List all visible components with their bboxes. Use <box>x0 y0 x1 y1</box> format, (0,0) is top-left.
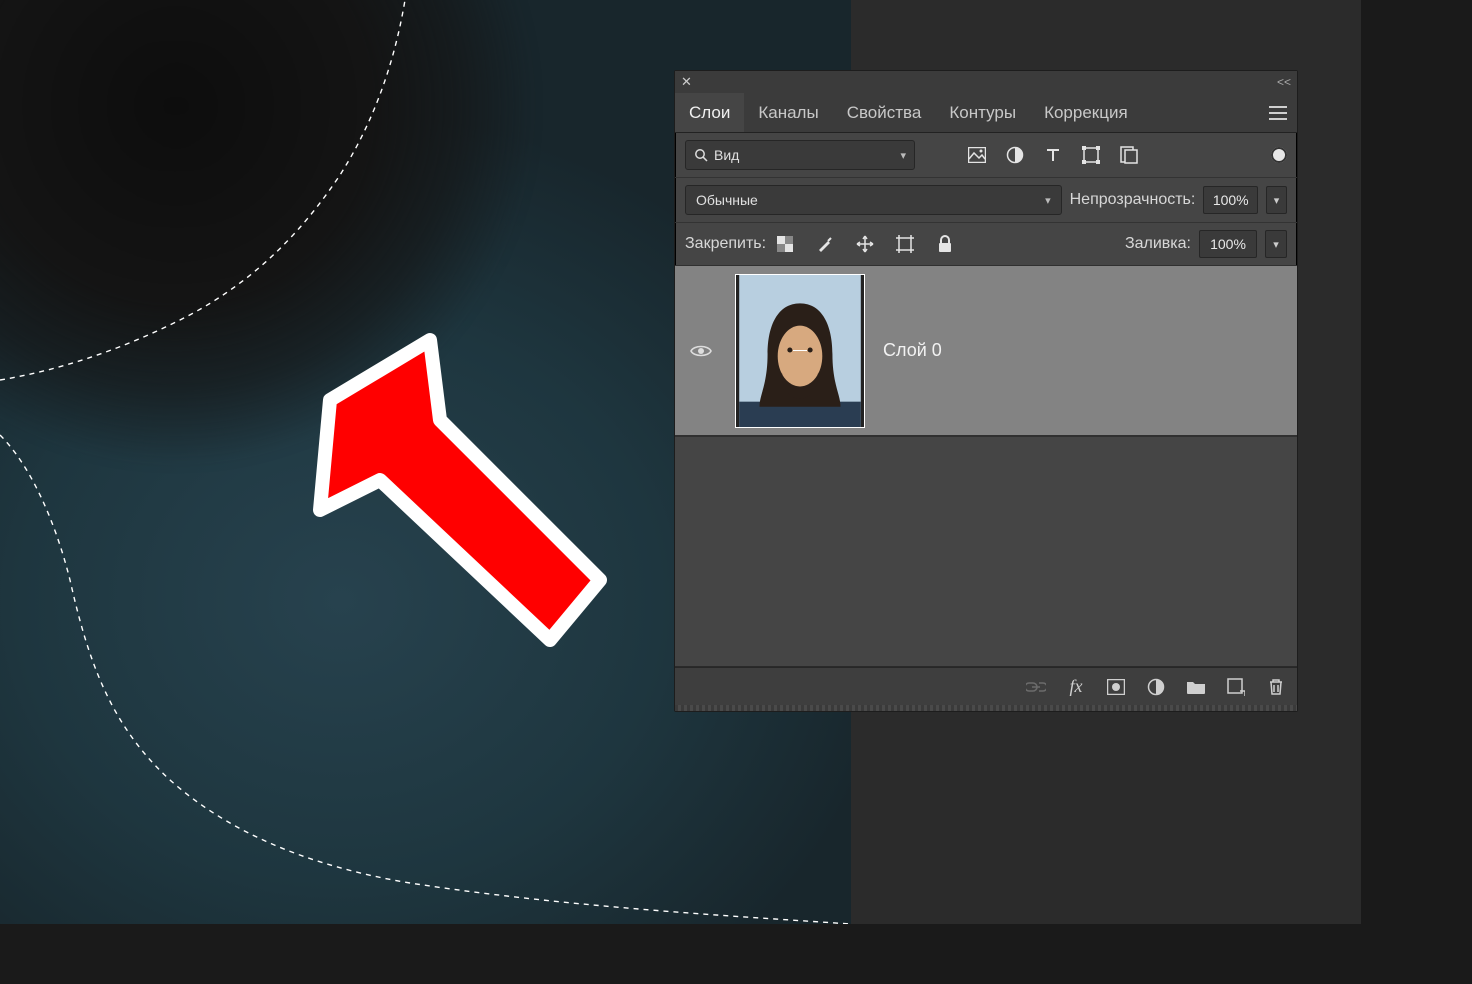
canvas-content <box>0 0 540 470</box>
new-layer-icon[interactable] <box>1225 676 1247 698</box>
group-icon[interactable] <box>1185 676 1207 698</box>
eye-icon <box>690 343 712 359</box>
tab-paths[interactable]: Контуры <box>935 93 1030 132</box>
image-filter-icon[interactable] <box>967 145 987 165</box>
tabs: Слои Каналы Свойства Контуры Коррекция <box>675 93 1297 133</box>
lock-artboard-icon[interactable] <box>894 233 916 255</box>
tab-channels[interactable]: Каналы <box>744 93 832 132</box>
search-icon <box>694 148 708 162</box>
smart-filter-icon[interactable] <box>1119 145 1139 165</box>
layer-row[interactable]: Слой 0 <box>675 266 1297 436</box>
blend-row: Обычные ▾ Непрозрачность: 100% ▾ <box>675 178 1297 223</box>
panel-titlebar[interactable]: ✕ << <box>675 71 1297 93</box>
layer-search[interactable]: Вид ▾ <box>685 140 915 170</box>
lock-row: Закрепить: Заливка: 100% ▾ <box>675 223 1297 265</box>
fx-icon[interactable]: fx <box>1065 676 1087 698</box>
blend-mode-select[interactable]: Обычные ▾ <box>685 185 1062 215</box>
delete-icon[interactable] <box>1265 676 1287 698</box>
lock-transparency-icon[interactable] <box>774 233 796 255</box>
panel-menu-icon[interactable] <box>1259 93 1297 132</box>
layers-empty-area[interactable] <box>675 436 1297 666</box>
opacity-stepper[interactable]: ▾ <box>1266 186 1287 214</box>
tab-properties[interactable]: Свойства <box>833 93 936 132</box>
fill-input[interactable]: 100% <box>1199 230 1257 258</box>
layers-panel: ✕ << Слои Каналы Свойства Контуры Коррек… <box>674 70 1298 712</box>
fill-stepper[interactable]: ▾ <box>1265 230 1287 258</box>
close-icon[interactable]: ✕ <box>681 74 692 90</box>
opacity-label: Непрозрачность: <box>1070 191 1196 209</box>
layers-list: Слой 0 <box>675 265 1297 667</box>
tab-adjustments[interactable]: Коррекция <box>1030 93 1142 132</box>
lock-label: Закрепить: <box>685 235 766 253</box>
opacity-input[interactable]: 100% <box>1203 186 1258 214</box>
visibility-toggle[interactable] <box>675 343 727 359</box>
layer-search-label: Вид <box>714 147 739 163</box>
collapse-icon[interactable]: << <box>1277 75 1291 89</box>
adjustment-layer-icon[interactable] <box>1145 676 1167 698</box>
filter-row: Вид ▾ <box>675 133 1297 178</box>
panel-resize-grip[interactable] <box>675 705 1297 711</box>
lock-paint-icon[interactable] <box>814 233 836 255</box>
filter-toggle[interactable] <box>1271 147 1287 163</box>
adjustment-filter-icon[interactable] <box>1005 145 1025 165</box>
link-layers-icon <box>1025 676 1047 698</box>
thumbnail-image <box>736 275 864 427</box>
lock-all-icon[interactable] <box>934 233 956 255</box>
add-mask-icon[interactable] <box>1105 676 1127 698</box>
chevron-down-icon: ▾ <box>900 149 906 162</box>
lock-position-icon[interactable] <box>854 233 876 255</box>
layer-name[interactable]: Слой 0 <box>883 340 942 361</box>
blend-mode-value: Обычные <box>696 192 758 208</box>
type-filter-icon[interactable] <box>1043 145 1063 165</box>
chevron-down-icon: ▾ <box>1045 194 1051 207</box>
fill-label: Заливка: <box>1125 235 1191 253</box>
layers-bottom-bar: fx <box>675 667 1297 705</box>
tab-layers[interactable]: Слои <box>675 93 744 132</box>
layer-thumbnail[interactable] <box>735 274 865 428</box>
shape-filter-icon[interactable] <box>1081 145 1101 165</box>
